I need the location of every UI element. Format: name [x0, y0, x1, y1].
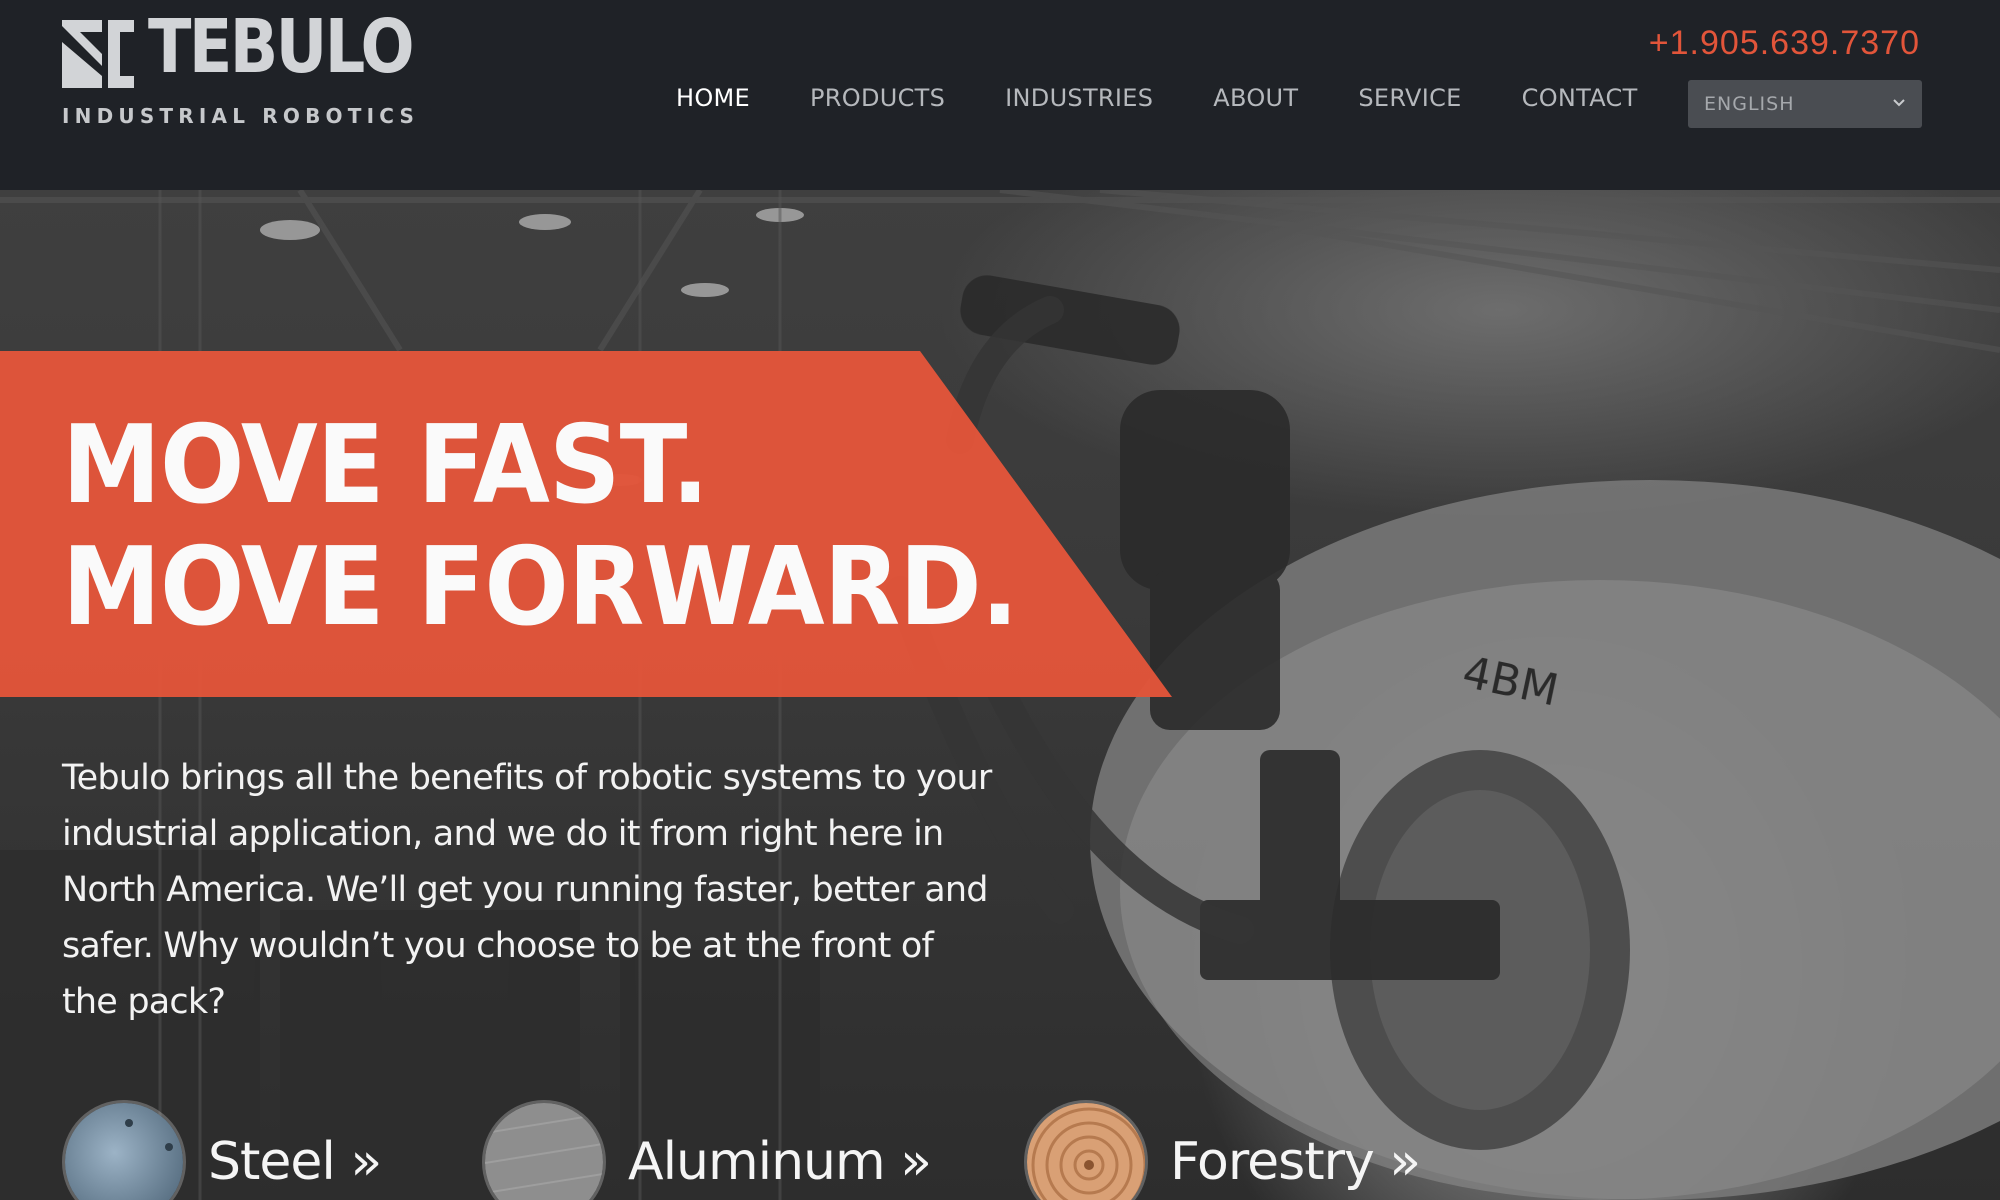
headline-line-1: MOVE FAST. [62, 403, 709, 528]
industry-links: Steel » Aluminum » Forestry » [62, 1100, 1962, 1200]
industry-link-forestry[interactable]: Forestry » [1024, 1100, 1421, 1200]
headline-line-2: MOVE FORWARD. [62, 525, 1019, 650]
hero-intro-text: Tebulo brings all the benefits of roboti… [62, 758, 992, 1022]
language-selected: ENGLISH [1704, 93, 1795, 115]
industry-link-steel[interactable]: Steel » [62, 1100, 382, 1200]
tebulo-logo-mark-icon [62, 20, 134, 88]
industry-link-aluminum[interactable]: Aluminum » [482, 1100, 932, 1200]
industry-label-aluminum: Aluminum » [628, 1132, 932, 1192]
nav-item-industries[interactable]: INDUSTRIES [1005, 84, 1153, 112]
steel-thumbnail [62, 1100, 186, 1200]
nav-item-about[interactable]: ABOUT [1213, 84, 1298, 112]
phone-number-link[interactable]: +1.905.639.7370 [1649, 24, 1920, 63]
nav-item-service[interactable]: SERVICE [1358, 84, 1461, 112]
industry-label-forestry: Forestry » [1170, 1132, 1421, 1192]
brand-tagline: INDUSTRIAL ROBOTICS [62, 104, 420, 128]
hero-headline: MOVE FAST. MOVE FORWARD. [62, 405, 1101, 649]
main-nav: HOME PRODUCTS INDUSTRIES ABOUT SERVICE C… [676, 84, 1698, 112]
nav-item-contact[interactable]: CONTACT [1522, 84, 1638, 112]
nav-item-products[interactable]: PRODUCTS [810, 84, 945, 112]
nav-item-home[interactable]: HOME [676, 84, 750, 112]
industry-label-steel: Steel » [208, 1132, 382, 1192]
language-select[interactable]: ENGLISH [1688, 80, 1922, 128]
brand-logo[interactable]: TEBULO INDUSTRIAL ROBOTICS [62, 10, 415, 128]
brand-name: TEBULO [148, 4, 415, 90]
forestry-thumbnail [1024, 1100, 1148, 1200]
hero-section: 4BM MOVE FAST. MOVE FORWARD. Tebulo brin… [0, 190, 2000, 1200]
chevron-down-icon [1893, 99, 1905, 107]
aluminum-thumbnail [482, 1100, 606, 1200]
site-header: TEBULO INDUSTRIAL ROBOTICS +1.905.639.73… [0, 0, 2000, 190]
